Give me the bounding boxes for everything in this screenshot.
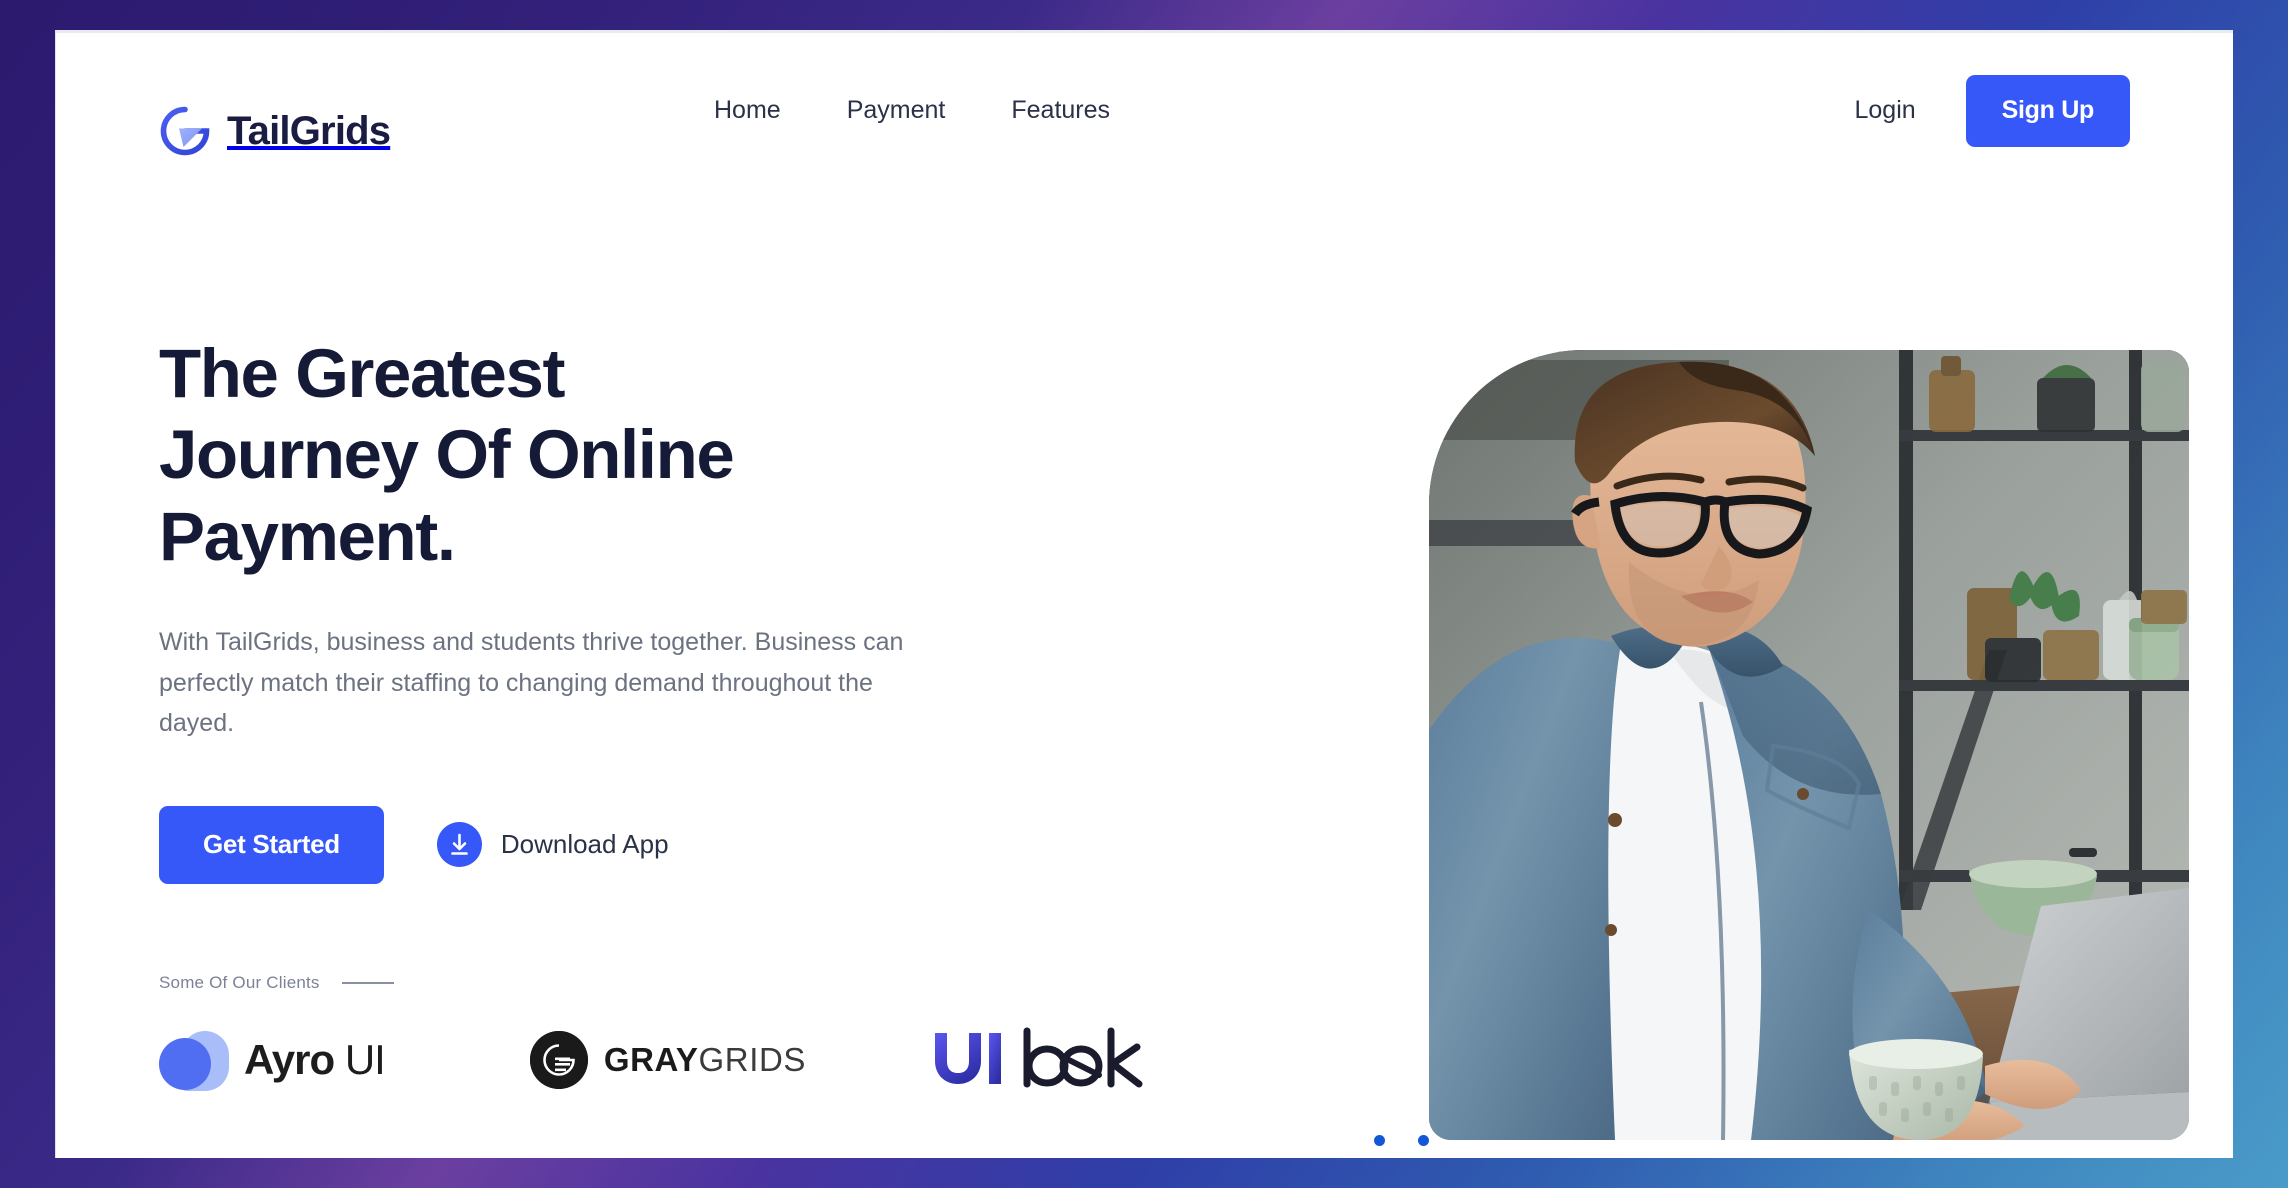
dot bbox=[1418, 1135, 1429, 1146]
clients-heading-row: Some Of Our Clients bbox=[159, 973, 1159, 993]
hero-title-line-1: The Greatest bbox=[159, 335, 565, 412]
clients-section: Some Of Our Clients Ayro UI GRAYGRIDS bbox=[159, 973, 1159, 1093]
nav-item-payment[interactable]: Payment bbox=[814, 86, 979, 135]
header-actions: Login Sign Up bbox=[1824, 33, 2130, 188]
site-header: TailGrids Home Payment Features Login Si… bbox=[56, 33, 2233, 188]
login-link[interactable]: Login bbox=[1824, 86, 1945, 135]
hero-title: The Greatest Journey Of Online Payment. bbox=[159, 333, 979, 577]
uideck-logo-icon bbox=[931, 1027, 1146, 1093]
ayro-light: UI bbox=[344, 1036, 386, 1083]
client-logo-list: Ayro UI GRAYGRIDS bbox=[159, 1027, 1159, 1093]
client-logo-ayro-ui[interactable]: Ayro UI bbox=[159, 1029, 386, 1091]
hero-image bbox=[1429, 350, 2189, 1140]
download-app-label: Download App bbox=[500, 829, 669, 860]
download-icon bbox=[436, 822, 482, 868]
sign-up-button[interactable]: Sign Up bbox=[1965, 74, 2130, 147]
clients-heading: Some Of Our Clients bbox=[159, 973, 320, 992]
nav-item-features[interactable]: Features bbox=[978, 86, 1143, 135]
hero-title-line-2: Journey Of Online bbox=[159, 416, 735, 494]
brand-logo-link[interactable]: TailGrids bbox=[159, 105, 391, 157]
ayro-bold: Ayro bbox=[244, 1036, 335, 1083]
ayro-ui-logo-icon bbox=[159, 1029, 229, 1091]
client-logo-graygrids[interactable]: GRAYGRIDS bbox=[529, 1031, 806, 1089]
hero-title-line-3: Payment. bbox=[159, 497, 456, 575]
hero-description: With TailGrids, business and students th… bbox=[159, 628, 904, 738]
browser-page-card: TailGrids Home Payment Features Login Si… bbox=[55, 30, 2233, 1158]
download-app-link[interactable]: Download App bbox=[436, 822, 669, 868]
tailgrids-g-logo-icon bbox=[159, 105, 211, 157]
hero-cta-group: Get Started Download App bbox=[159, 805, 979, 884]
clients-heading-rule bbox=[341, 982, 394, 984]
brand-name: TailGrids bbox=[227, 108, 391, 153]
graygrids-thin: GRIDS bbox=[698, 1041, 807, 1078]
hero-text-column: The Greatest Journey Of Online Payment. … bbox=[159, 333, 979, 884]
get-started-button[interactable]: Get Started bbox=[159, 805, 384, 884]
dot bbox=[1374, 1135, 1385, 1146]
graygrids-logo-icon bbox=[529, 1031, 588, 1089]
main-nav: Home Payment Features bbox=[681, 33, 1143, 188]
graygrids-logo-text: GRAYGRIDS bbox=[604, 1041, 806, 1079]
nav-item-home[interactable]: Home bbox=[681, 86, 814, 135]
client-logo-uideck[interactable] bbox=[931, 1027, 1146, 1093]
graygrids-bold: GRAY bbox=[603, 1041, 699, 1078]
ayro-ui-logo-text: Ayro UI bbox=[244, 1036, 386, 1084]
